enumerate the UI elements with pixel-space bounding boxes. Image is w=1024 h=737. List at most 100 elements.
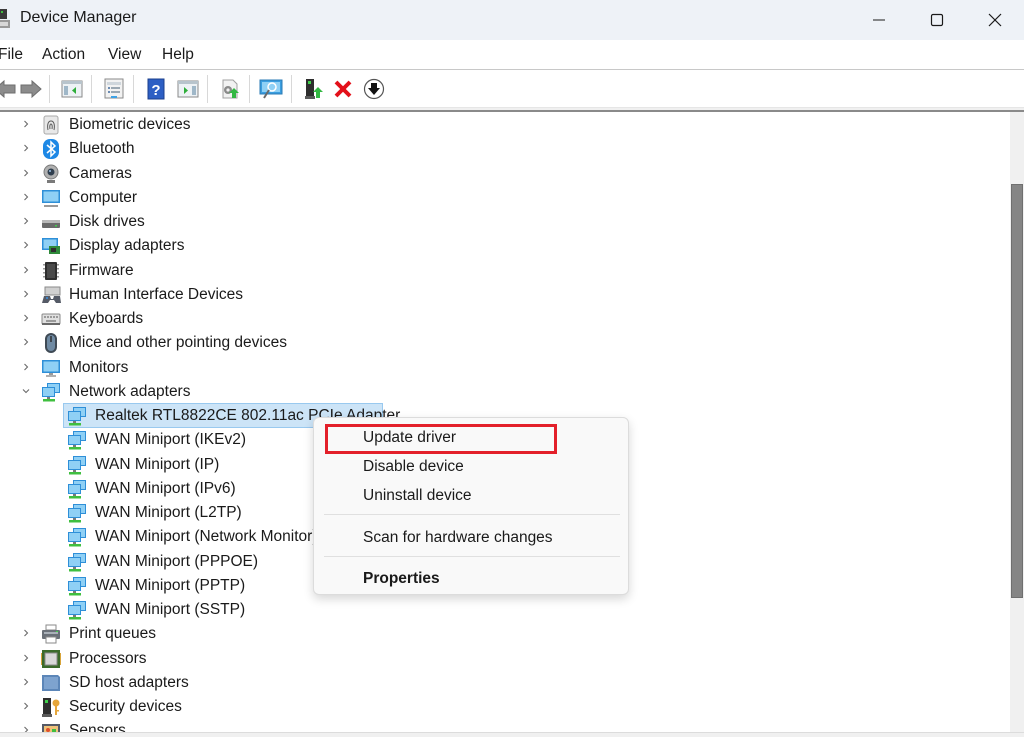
toolbar-separator xyxy=(91,75,92,103)
properties-button[interactable] xyxy=(101,76,127,102)
context-menu-item-label: Disable device xyxy=(363,458,464,475)
toolbar-separator xyxy=(49,75,50,103)
disable-device-icon xyxy=(363,78,385,100)
chevron-right-icon[interactable] xyxy=(20,652,32,664)
context-menu-separator xyxy=(324,556,620,557)
tree-item-label: Computer xyxy=(69,188,138,206)
tree-category[interactable]: Monitors xyxy=(0,356,1000,380)
chevron-right-icon[interactable] xyxy=(20,167,32,179)
menu-view[interactable]: View xyxy=(108,46,141,64)
tree-item-label: WAN Miniport (L2TP) xyxy=(95,504,242,521)
tree-item-label: Network adapters xyxy=(69,382,191,400)
context-menu-scan-hardware[interactable]: Scan for hardware changes xyxy=(314,524,630,552)
add-hardware-icon xyxy=(305,79,323,99)
security-key-icon xyxy=(42,698,60,717)
tree-item-label: WAN Miniport (IPv6) xyxy=(95,479,236,497)
chevron-right-icon[interactable] xyxy=(20,239,32,251)
tree-category[interactable]: Security devices xyxy=(0,695,1000,719)
tree-item-label: Monitors xyxy=(69,358,129,376)
chevron-right-icon[interactable] xyxy=(20,627,32,639)
bluetooth-icon xyxy=(43,139,59,160)
tree-item-label: WAN Miniport (PPPOE) xyxy=(95,552,259,570)
network-adapter-icon xyxy=(68,528,86,547)
hid-icon xyxy=(42,286,61,303)
menu-help[interactable]: Help xyxy=(162,46,194,64)
console-tree-icon xyxy=(61,80,83,98)
chevron-right-icon[interactable] xyxy=(20,264,32,276)
computer-icon xyxy=(42,189,60,207)
chevron-right-icon[interactable] xyxy=(20,288,32,300)
toolbar-separator xyxy=(249,75,250,103)
toolbar-separator xyxy=(133,75,134,103)
printer-icon xyxy=(42,624,60,644)
network-adapter-icon xyxy=(68,504,86,523)
back-arrow-icon xyxy=(0,79,16,99)
device-manager-app-icon xyxy=(0,9,10,28)
tree-category[interactable]: Display adapters xyxy=(0,234,1000,258)
add-hardware-button[interactable] xyxy=(300,76,326,102)
chevron-right-icon[interactable] xyxy=(20,361,32,373)
properties-icon xyxy=(104,78,124,99)
context-menu-uninstall-device[interactable]: Uninstall device xyxy=(314,482,630,510)
tree-device[interactable]: WAN Miniport (SSTP) xyxy=(0,598,1000,622)
tree-item-label: Mice and other pointing devices xyxy=(69,334,287,352)
tree-category[interactable]: Print queues xyxy=(0,622,1000,646)
tree-item-label: Keyboards xyxy=(69,310,144,327)
menu-file[interactable]: File xyxy=(0,46,23,64)
chevron-right-icon[interactable] xyxy=(20,312,32,324)
tree-item-label: WAN Miniport (Network Monitor) xyxy=(95,528,318,546)
monitor-icon xyxy=(42,359,60,377)
chevron-right-icon[interactable] xyxy=(20,118,32,130)
scrollbar-thumb[interactable] xyxy=(1011,184,1023,598)
toolbar: ? xyxy=(0,71,1024,108)
tree-item-label: Cameras xyxy=(69,164,132,182)
network-adapter-icon xyxy=(68,455,86,474)
action-pane-button[interactable] xyxy=(175,76,201,102)
console-tree-button[interactable] xyxy=(59,76,85,102)
chevron-down-icon[interactable] xyxy=(20,385,32,397)
display-adapter-icon xyxy=(42,238,60,255)
tree-item-label: Disk drives xyxy=(69,213,145,230)
chevron-right-icon[interactable] xyxy=(20,191,32,203)
tree-category[interactable]: Mice and other pointing devices xyxy=(0,331,1000,355)
chevron-right-icon[interactable] xyxy=(20,336,32,348)
disable-device-button[interactable] xyxy=(361,76,387,102)
tree-category[interactable]: Processors xyxy=(0,647,1000,671)
chevron-right-icon[interactable] xyxy=(20,676,32,688)
context-menu-disable-device[interactable]: Disable device xyxy=(314,453,630,481)
tree-category[interactable]: Cameras xyxy=(0,162,1000,186)
tree-category[interactable]: Computer xyxy=(0,186,1000,210)
tree-category[interactable]: Network adapters xyxy=(0,380,1000,404)
title-bar: Device Manager xyxy=(0,0,1024,40)
processor-icon xyxy=(41,649,61,668)
chevron-right-icon[interactable] xyxy=(20,700,32,712)
tree-category[interactable]: Disk drives xyxy=(0,210,1000,234)
minimize-button[interactable] xyxy=(850,0,908,40)
tree-category[interactable]: Firmware xyxy=(0,259,1000,283)
close-button[interactable] xyxy=(966,0,1024,40)
tree-category[interactable]: Bluetooth xyxy=(0,137,1000,161)
back-button[interactable] xyxy=(0,76,18,102)
tree-category[interactable]: Human Interface Devices xyxy=(0,283,1000,307)
tree-item-label: Human Interface Devices xyxy=(69,285,244,303)
vertical-scrollbar[interactable] xyxy=(1010,112,1024,734)
tree-item-label: Display adapters xyxy=(69,237,185,255)
tree-item-label: Processors xyxy=(69,649,147,667)
help-button[interactable]: ? xyxy=(143,76,169,102)
tree-category[interactable]: SD host adapters xyxy=(0,671,1000,695)
tree-category[interactable]: Biometric devices xyxy=(0,113,1000,137)
tree-item-label: Security devices xyxy=(69,698,182,715)
tree-category[interactable]: Keyboards xyxy=(0,307,1000,331)
firmware-chip-icon xyxy=(43,261,59,280)
forward-button[interactable] xyxy=(18,76,44,102)
menu-action[interactable]: Action xyxy=(42,46,85,64)
scan-hardware-button[interactable] xyxy=(258,76,284,102)
context-menu-item-label: Scan for hardware changes xyxy=(363,529,553,546)
chevron-right-icon[interactable] xyxy=(20,215,32,227)
update-driver-button[interactable] xyxy=(217,76,243,102)
uninstall-device-button[interactable] xyxy=(330,76,356,102)
context-menu-properties[interactable]: Properties xyxy=(314,565,630,593)
maximize-button[interactable] xyxy=(908,0,966,40)
close-icon xyxy=(988,13,1002,27)
chevron-right-icon[interactable] xyxy=(20,142,32,154)
